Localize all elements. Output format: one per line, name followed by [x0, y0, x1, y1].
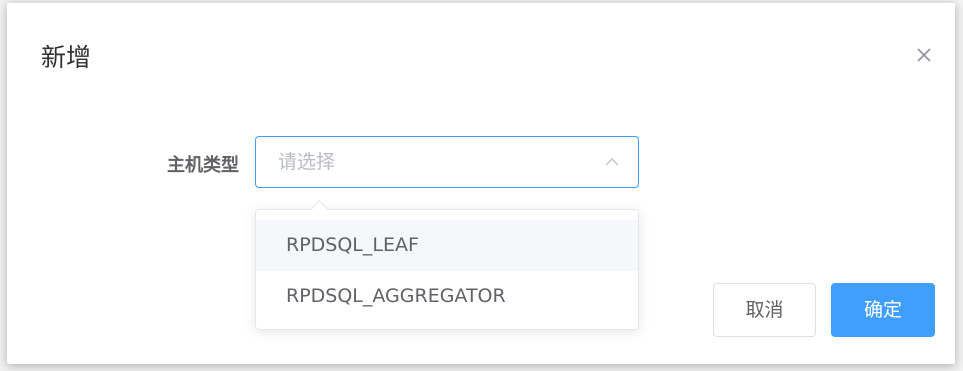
select-placeholder: 请选择: [278, 151, 336, 173]
cancel-button[interactable]: 取消: [713, 283, 816, 337]
close-icon[interactable]: [913, 44, 935, 66]
dropdown-caret: [310, 200, 329, 219]
dialog-title: 新增: [41, 43, 92, 72]
host-type-label: 主机类型: [167, 155, 239, 176]
host-type-select[interactable]: 请选择: [255, 136, 639, 188]
chevron-up-icon: [604, 154, 620, 170]
host-type-dropdown: RPDSQL_LEAF RPDSQL_AGGREGATOR: [255, 200, 639, 330]
confirm-button[interactable]: 确定: [831, 283, 935, 337]
option-rpdsql-leaf[interactable]: RPDSQL_LEAF: [256, 220, 638, 271]
option-rpdsql-aggregator[interactable]: RPDSQL_AGGREGATOR: [256, 271, 638, 322]
add-dialog: 新增 主机类型 请选择 RPDSQL_LEAF RPDSQL_AGGREGATO…: [7, 3, 955, 364]
